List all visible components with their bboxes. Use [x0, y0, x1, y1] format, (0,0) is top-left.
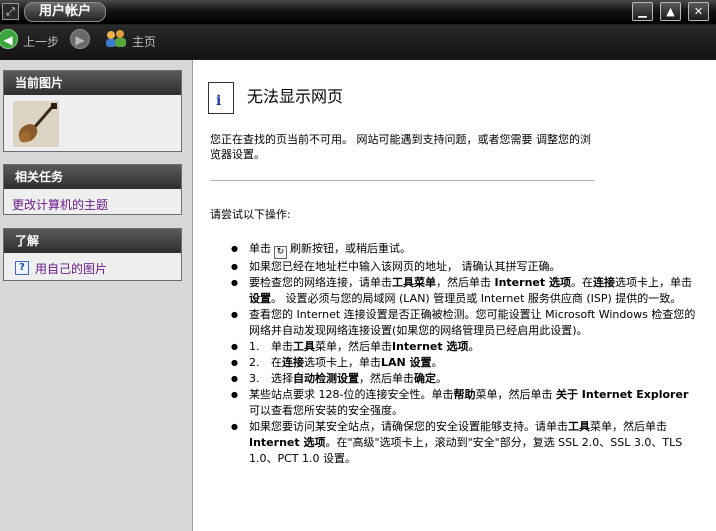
list-item-text: 在	[271, 356, 282, 369]
error-page-content: i 无法显示网页 您正在查找的页当前不可用。 网站可能遇到支持问题，或者您需要 …	[192, 60, 716, 531]
auto-detect-term: 自动检测设置	[293, 372, 359, 385]
list-item: 如果您要访问某安全站点，请确保您的安全设置能够支持。请单击工具菜单，然后单击 I…	[231, 419, 701, 467]
settings-term: 设置	[249, 292, 271, 305]
list-item: 如果您已经在地址栏中输入该网页的地址， 请确认其拼写正确。	[231, 259, 701, 275]
list-item-text: 刷新按钮，或稍后重试。	[290, 242, 411, 255]
about-ie-term: 关于 Internet Explorer	[555, 388, 689, 401]
help-term: 帮助	[453, 388, 476, 401]
back-arrow-icon[interactable]: ◀	[0, 29, 18, 49]
list-item-text: 如果您要访问某安全站点，请确保您的安全设置能够支持。请单击	[249, 420, 568, 433]
list-item-text: 。	[436, 372, 447, 385]
forward-arrow-icon[interactable]: ▶	[70, 29, 90, 49]
list-item: 查看您的 Internet 连接设置是否正确被检测。您可能设置让 Microso…	[231, 307, 701, 339]
internet-options-term: Internet 选项	[392, 340, 469, 353]
list-item-text: 某些站点要求 128-位的连接安全性。单击	[249, 388, 454, 401]
tools-menu-term: 工具菜单	[392, 276, 436, 289]
sub-number: 1.	[249, 340, 260, 353]
internet-options-term: Internet 选项	[494, 276, 571, 289]
list-item: 单击↻刷新按钮，或稍后重试。	[231, 241, 701, 259]
try-heading: 请尝试以下操作:	[210, 208, 291, 221]
back-button-label[interactable]: 上一步	[23, 33, 59, 50]
list-item-text: 选项卡上，单击	[304, 356, 381, 369]
guitar-picture	[13, 101, 59, 147]
list-item-text: 。 设置必须与您的局域网 (LAN) 管理员或 Internet 服务供应商 (…	[271, 292, 682, 305]
list-item-text: 选择	[271, 372, 293, 385]
divider	[210, 180, 594, 181]
intro-text: 您正在查找的页当前不可用。 网站可能遇到支持问题，或者您需要 调整您的浏览器设置…	[210, 133, 591, 161]
list-item-text: 单击	[249, 242, 271, 255]
window-title: 用户帐户	[24, 2, 106, 22]
list-item-text: 菜单，然后单击	[315, 340, 392, 353]
left-task-pane: 当前图片 相关任务 更改计算机的主题 了解 ? 用自己的图片	[0, 60, 192, 531]
list-item: 某些站点要求 128-位的连接安全性。单击帮助菜单，然后单击 关于 Intern…	[231, 387, 701, 419]
sub-number: 3.	[249, 372, 260, 385]
close-icon[interactable]: ✕	[688, 2, 709, 21]
connections-term: 连接	[592, 276, 615, 289]
list-item-text: 要检查您的网络连接，请单击	[249, 276, 392, 289]
sub-list-item: 1. 单击工具菜单，然后单击Internet 选项。	[231, 339, 701, 355]
sub-list-item: 3. 选择自动检测设置，然后单击确定。	[231, 371, 701, 387]
list-item-text: 。	[431, 356, 443, 369]
list-item-text: ，然后单击	[359, 372, 414, 385]
suggestion-list: 单击↻刷新按钮，或稍后重试。 如果您已经在地址栏中输入该网页的地址， 请确认其拼…	[231, 241, 701, 467]
info-icon: i	[208, 82, 234, 114]
sub-list-item: 2. 在连接选项卡上，单击LAN 设置。	[231, 355, 701, 371]
list-item-text: 。在	[570, 276, 593, 289]
sub-number: 2.	[249, 356, 260, 369]
list-item: 要检查您的网络连接，请单击工具菜单，然后单击 Internet 选项。在连接选项…	[231, 275, 701, 307]
current-picture-panel: 当前图片	[3, 70, 182, 152]
page-title: 无法显示网页	[247, 87, 344, 106]
window-menu-icon[interactable]: ⤢	[2, 3, 19, 20]
title-bar: ⤢ 用户帐户 ▁ ▲ ✕	[0, 0, 716, 24]
list-item-text: 查看您的 Internet 连接设置是否正确被检测。您可能设置让 Microso…	[249, 308, 696, 337]
minimize-icon[interactable]: ▁	[632, 2, 653, 21]
help-question-icon: ?	[15, 261, 29, 275]
list-item-text: 菜单，然后单击	[475, 388, 556, 401]
home-button-label[interactable]: 主页	[132, 33, 156, 50]
tools-term: 工具	[568, 420, 590, 433]
list-item-text: 可以查看您所安装的安全强度。	[249, 404, 403, 417]
list-item-text: 菜单，然后单击	[590, 420, 667, 433]
change-theme-link[interactable]: 更改计算机的主题	[12, 196, 108, 213]
related-tasks-panel: 相关任务 更改计算机的主题	[3, 164, 182, 215]
related-tasks-heading: 相关任务	[4, 165, 181, 189]
learn-heading: 了解	[4, 229, 181, 253]
tools-term: 工具	[293, 340, 315, 353]
learn-panel: 了解 ? 用自己的图片	[3, 228, 182, 281]
lan-settings-term: LAN 设置	[381, 356, 432, 369]
connections-term: 连接	[282, 356, 304, 369]
navigation-toolbar: ◀ 上一步 ▶ 主页	[0, 25, 716, 59]
home-users-icon[interactable]	[104, 29, 128, 49]
internet-options-term: Internet 选项	[249, 436, 326, 449]
list-item-text: 单击	[271, 340, 293, 353]
ok-term: 确定	[414, 372, 436, 385]
list-item-text: 。	[468, 340, 480, 353]
refresh-icon: ↻	[274, 246, 287, 259]
user-accounts-window: ⤢ 用户帐户 ▁ ▲ ✕ ◀ 上一步 ▶ 主页 当前图片 相关任务 更改计算机的…	[0, 0, 716, 531]
maximize-icon[interactable]: ▲	[660, 2, 681, 21]
list-item-text: 如果您已经在地址栏中输入该网页的地址， 请确认其拼写正确。	[249, 260, 561, 273]
own-picture-link[interactable]: 用自己的图片	[35, 260, 107, 277]
list-item-text: ，然后单击	[436, 276, 495, 289]
list-item-text: 选项卡上，单击	[614, 276, 692, 289]
current-picture-heading: 当前图片	[4, 71, 181, 95]
